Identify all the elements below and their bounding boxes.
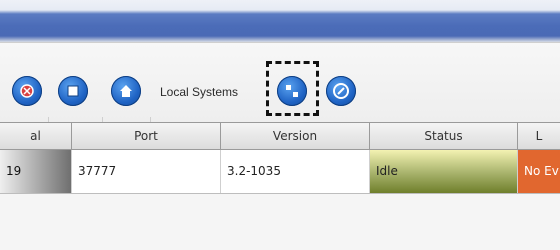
table-cell-status: Idle: [370, 150, 518, 193]
toolbar-label: Local Systems: [160, 85, 239, 99]
window-titlebar: [0, 0, 560, 42]
table-row[interactable]: 19 37777 3.2-1035 Idle No Ev: [0, 150, 560, 194]
home-icon-glyph: [120, 85, 132, 97]
table-cell-version: 3.2-1035: [221, 150, 370, 193]
connect-button[interactable]: [277, 76, 307, 106]
table-header: al Port Version Status L: [0, 122, 560, 150]
compass-button[interactable]: [326, 76, 356, 106]
stop-icon-glyph: [20, 84, 34, 98]
column-header-status[interactable]: Status: [370, 123, 518, 149]
table-cell-port: 37777: [72, 150, 221, 193]
stop-square-button[interactable]: [58, 76, 88, 106]
stop-button[interactable]: [12, 76, 42, 106]
column-header-last[interactable]: L: [518, 123, 560, 149]
column-header-port[interactable]: Port: [72, 123, 221, 149]
square-icon-glyph: [67, 85, 79, 97]
column-header-version[interactable]: Version: [221, 123, 370, 149]
table-empty-area: [0, 194, 560, 250]
compass-icon-glyph: [333, 83, 349, 99]
table-cell-last: No Ev: [518, 150, 560, 193]
connect-icon-glyph: [286, 85, 298, 97]
column-header[interactable]: al: [0, 123, 72, 149]
table-cell: 19: [0, 150, 72, 193]
home-button[interactable]: [111, 76, 141, 106]
